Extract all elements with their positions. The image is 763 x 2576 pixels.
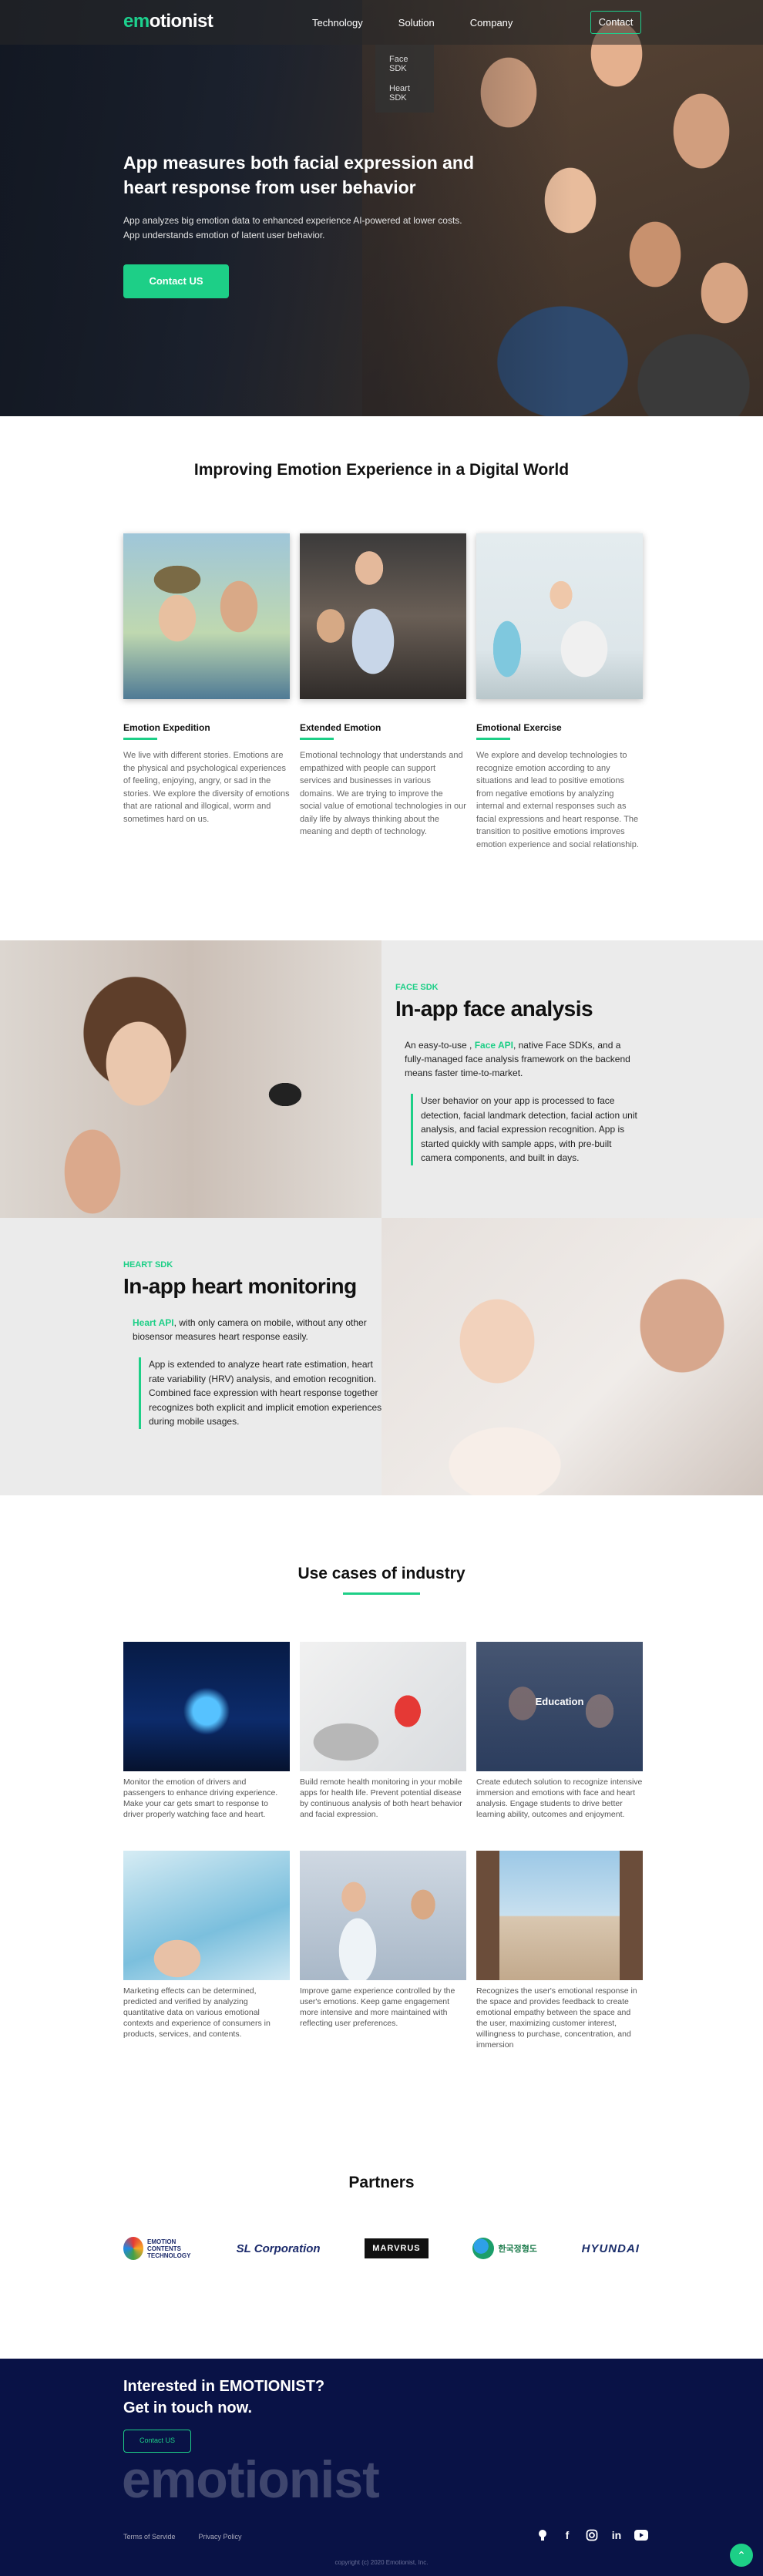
card-image: [476, 533, 643, 699]
use-case-automotive[interactable]: Monitor the emotion of drivers and passe…: [123, 1642, 290, 1820]
partner-logos: EMOTION CONTENTS TECHNOLOGY SL Corporati…: [123, 2237, 640, 2260]
social-links: f in: [536, 2528, 648, 2542]
privacy-link[interactable]: Privacy Policy: [199, 2533, 242, 2541]
use-cases-grid: Monitor the emotion of drivers and passe…: [123, 1642, 643, 2050]
improving-cards: Emotion Expedition We live with differen…: [123, 533, 643, 851]
page: emotionist Technology Solution Company C…: [0, 0, 763, 2576]
hero-contact-button[interactable]: Contact US: [123, 264, 229, 298]
improving-section: Improving Emotion Experience in a Digita…: [0, 416, 763, 940]
card-text: We explore and develop technologies to r…: [476, 751, 639, 849]
card-title: Extended Emotion: [300, 722, 382, 733]
footer-logo: emotionist: [122, 2450, 380, 2509]
face-sdk-section: FACE SDK In-app face analysis An easy-to…: [0, 940, 763, 1218]
chevron-up-icon: ⌃: [737, 2549, 746, 2561]
card-text: Emotional technology that understands an…: [300, 751, 466, 836]
partners-section: Partners EMOTION CONTENTS TECHNOLOGY SL …: [0, 2174, 763, 2359]
face-sdk-title: In-app face analysis: [395, 997, 593, 1021]
nav-contact-button[interactable]: Contact: [590, 11, 641, 34]
card-extended-emotion: Extended Emotion Emotional technology th…: [300, 533, 466, 851]
use-cases-section: Use cases of industry Monitor the emotio…: [0, 1495, 763, 2174]
copyright: copyright (c) 2020 Emotionist, Inc.: [334, 2559, 429, 2566]
use-case-image: [123, 1642, 290, 1771]
heart-sdk-intro: Heart API, with only camera on mobile, w…: [133, 1317, 367, 1342]
face-sdk-quote: User behavior on your app is processed t…: [411, 1094, 642, 1165]
hero-title: App measures both facial expression and …: [123, 153, 475, 197]
heart-sdk-label: HEART SDK: [123, 1260, 173, 1270]
use-case-marketing[interactable]: Marketing effects can be determined, pre…: [123, 1851, 290, 2050]
use-case-text: Improve game experience controlled by th…: [300, 1986, 455, 2028]
dropdown-face-sdk[interactable]: Face SDK: [375, 49, 434, 79]
card-text: We live with different stories. Emotions…: [123, 751, 290, 824]
face-sdk-image: [0, 940, 382, 1218]
partner-logo-hyundai: HYUNDAI: [581, 2241, 640, 2255]
card-title: Emotional Exercise: [476, 722, 562, 733]
card-image: [123, 533, 290, 699]
partner-logo-ect: EMOTION CONTENTS TECHNOLOGY: [123, 2237, 192, 2260]
heart-sdk-image: [382, 1218, 763, 1495]
card-image: [300, 533, 466, 699]
use-case-image: [300, 1851, 466, 1980]
use-case-image: [123, 1851, 290, 1980]
use-case-education[interactable]: Education Create edutech solution to rec…: [476, 1642, 643, 1820]
use-case-game[interactable]: Improve game experience controlled by th…: [300, 1851, 466, 2050]
use-case-image: [476, 1851, 643, 1980]
use-case-text: Marketing effects can be determined, pre…: [123, 1986, 271, 2039]
use-cases-title: Use cases of industry: [297, 1565, 466, 1582]
hero-text: App measures both facial expression and …: [123, 150, 478, 298]
youtube-icon[interactable]: [634, 2528, 648, 2542]
github-icon[interactable]: [536, 2528, 550, 2542]
partners-title: Partners: [348, 2174, 415, 2191]
card-emotion-expedition: Emotion Expedition We live with differen…: [123, 533, 290, 851]
scroll-to-top-button[interactable]: ⌃: [730, 2544, 753, 2567]
hero-section: emotionist Technology Solution Company C…: [0, 0, 763, 416]
use-case-image: Education: [476, 1642, 643, 1771]
top-nav: emotionist Technology Solution Company C…: [0, 0, 763, 45]
use-case-text: Create edutech solution to recognize int…: [476, 1777, 643, 1819]
card-title: Emotion Expedition: [123, 722, 210, 733]
heart-sdk-section: HEART SDK In-app heart monitoring Heart …: [0, 1218, 763, 1495]
card-emotional-exercise: Emotional Exercise We explore and develo…: [476, 533, 643, 851]
terms-link[interactable]: Terms of Servide: [123, 2533, 176, 2541]
dropdown-heart-sdk[interactable]: Heart SDK: [375, 79, 434, 108]
footer-links: Terms of Servide Privacy Policy: [123, 2533, 242, 2541]
nav-solution[interactable]: Solution: [398, 17, 435, 29]
footer: Interested in EMOTIONIST? Get in touch no…: [0, 2359, 763, 2576]
hero-description: App analyzes big emotion data to enhance…: [123, 215, 462, 240]
improving-title: Improving Emotion Experience in a Digita…: [193, 461, 570, 479]
logo[interactable]: emotionist: [123, 11, 213, 32]
use-case-text: Build remote health monitoring in your m…: [300, 1777, 462, 1819]
heart-sdk-quote: App is extended to analyze heart rate es…: [139, 1357, 385, 1429]
nav-company[interactable]: Company: [470, 17, 513, 29]
partner-logo-korea: 한국정형도: [472, 2238, 537, 2259]
linkedin-icon[interactable]: in: [610, 2528, 624, 2542]
use-case-space[interactable]: Recognizes the user's emotional response…: [476, 1851, 643, 2050]
use-case-health[interactable]: Build remote health monitoring in your m…: [300, 1642, 466, 1820]
solution-dropdown: Face SDK Heart SDK: [375, 45, 434, 113]
use-case-image: [300, 1642, 466, 1771]
footer-headline: Interested in EMOTIONIST? Get in touch no…: [123, 2378, 325, 2416]
use-case-caption: Education: [535, 1696, 584, 1707]
heart-sdk-title: In-app heart monitoring: [123, 1274, 357, 1298]
use-case-text: Monitor the emotion of drivers and passe…: [123, 1777, 278, 1819]
nav-technology[interactable]: Technology: [312, 17, 363, 29]
face-sdk-intro: An easy-to-use , Face API, native Face S…: [405, 1040, 630, 1078]
partner-logo-marvrus: MARVRUS: [365, 2238, 429, 2258]
partner-logo-sl: SL Corporation: [236, 2241, 321, 2255]
face-sdk-label: FACE SDK: [395, 983, 439, 992]
facebook-icon[interactable]: f: [560, 2528, 574, 2542]
nav-links: Technology Solution Company: [312, 17, 548, 29]
instagram-icon[interactable]: [585, 2528, 599, 2542]
use-case-text: Recognizes the user's emotional response…: [476, 1986, 637, 2050]
